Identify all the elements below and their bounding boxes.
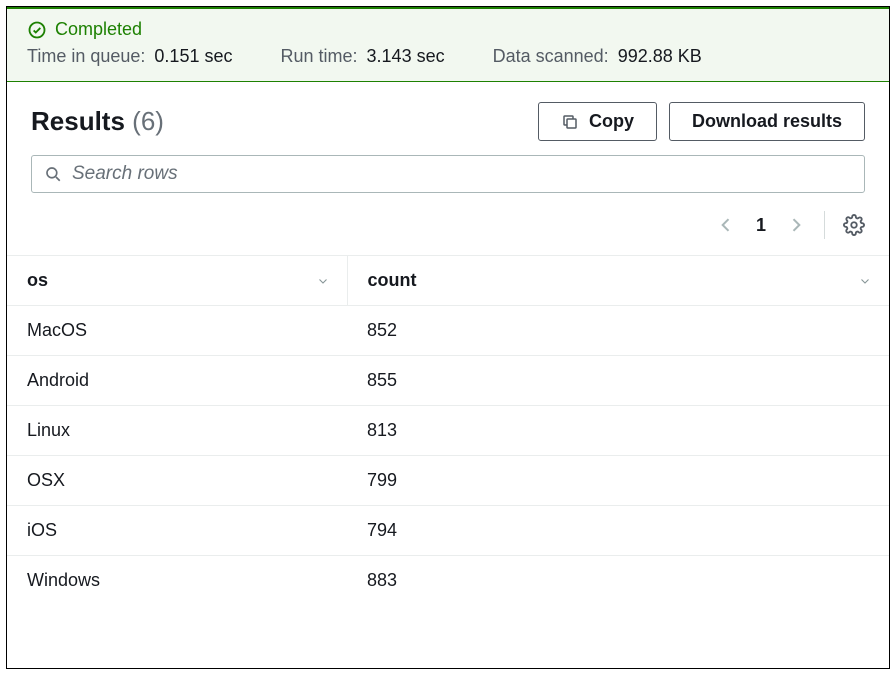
status-label: Completed: [55, 19, 142, 40]
table-row: iOS794: [7, 506, 889, 556]
table-row: MacOS852: [7, 306, 889, 356]
table-row: Linux813: [7, 406, 889, 456]
query-results-panel: Completed Time in queue: 0.151 sec Run t…: [6, 6, 890, 669]
next-page-button[interactable]: [786, 215, 806, 235]
pagination: 1: [7, 205, 889, 255]
sort-icon: [317, 275, 329, 287]
cell-count: 799: [347, 456, 889, 506]
search-wrap: [7, 155, 889, 205]
run-time: Run time: 3.143 sec: [280, 46, 444, 67]
prev-page-button[interactable]: [716, 215, 736, 235]
search-box[interactable]: [31, 155, 865, 193]
cell-count: 813: [347, 406, 889, 456]
table-row: Android855: [7, 356, 889, 406]
status-bar: Completed Time in queue: 0.151 sec Run t…: [7, 7, 889, 82]
action-buttons: Copy Download results: [538, 102, 865, 141]
cell-count: 852: [347, 306, 889, 356]
copy-button[interactable]: Copy: [538, 102, 657, 141]
settings-button[interactable]: [843, 214, 865, 236]
table-row: Windows883: [7, 556, 889, 606]
status-completed: Completed: [27, 19, 869, 40]
cell-os: Windows: [7, 556, 347, 606]
table-row: OSX799: [7, 456, 889, 506]
check-circle-icon: [27, 20, 47, 40]
results-title: Results (6): [31, 106, 164, 137]
divider: [824, 211, 825, 239]
queue-time: Time in queue: 0.151 sec: [27, 46, 232, 67]
gear-icon: [843, 214, 865, 236]
cell-os: Android: [7, 356, 347, 406]
results-table: os count MacOS85: [7, 255, 889, 605]
results-header: Results (6) Copy Download results: [7, 82, 889, 155]
data-scanned: Data scanned: 992.88 KB: [493, 46, 702, 67]
copy-icon: [561, 113, 579, 131]
cell-count: 794: [347, 506, 889, 556]
cell-count: 855: [347, 356, 889, 406]
column-header-count[interactable]: count: [347, 256, 889, 306]
column-header-os[interactable]: os: [7, 256, 347, 306]
search-icon: [44, 165, 62, 183]
page-number: 1: [750, 215, 772, 236]
cell-os: iOS: [7, 506, 347, 556]
table-header-row: os count: [7, 256, 889, 306]
download-results-button[interactable]: Download results: [669, 102, 865, 141]
search-input[interactable]: [72, 163, 852, 185]
cell-os: OSX: [7, 456, 347, 506]
cell-os: Linux: [7, 406, 347, 456]
status-metrics: Time in queue: 0.151 sec Run time: 3.143…: [27, 46, 869, 67]
cell-os: MacOS: [7, 306, 347, 356]
sort-icon: [859, 275, 871, 287]
cell-count: 883: [347, 556, 889, 606]
results-count: (6): [132, 106, 164, 136]
